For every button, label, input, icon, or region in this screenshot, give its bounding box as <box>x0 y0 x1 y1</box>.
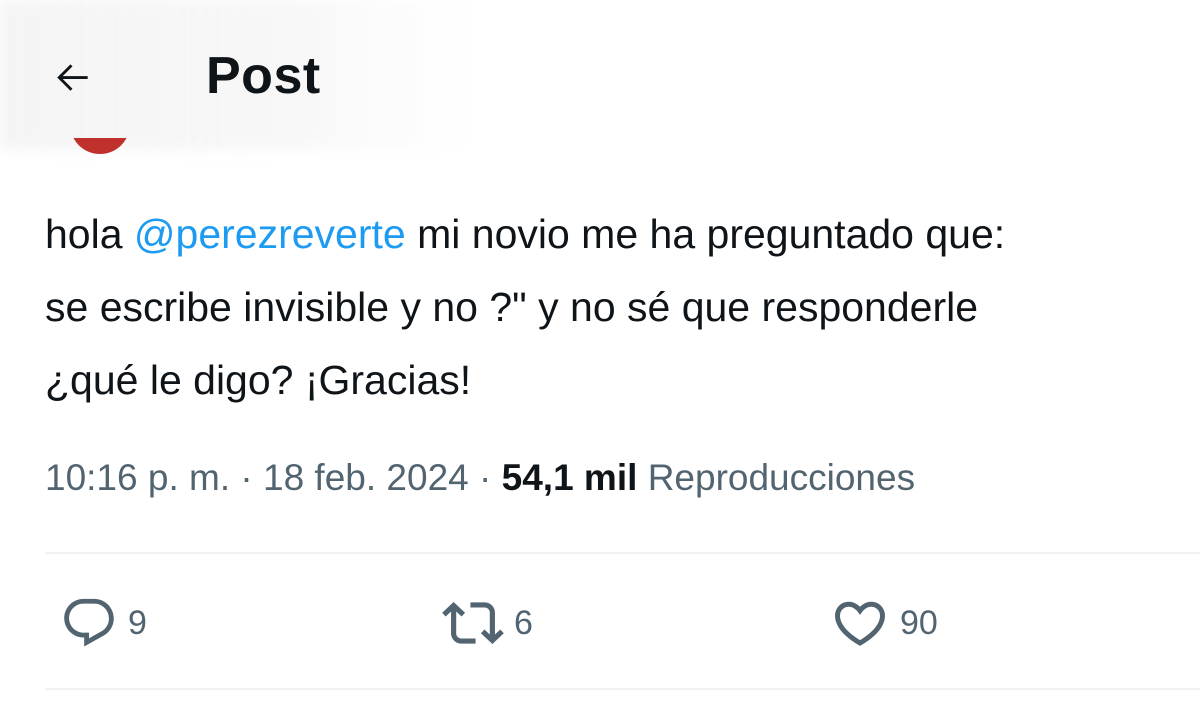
post-text-line-3: ¿qué le digo? ¡Gracias! <box>45 357 472 403</box>
post-time[interactable]: 10:16 p. m. <box>45 457 230 498</box>
mention-link[interactable]: @perezreverte <box>134 211 406 257</box>
heart-icon <box>834 601 886 646</box>
post-detail-page: Post hola @perezreverte mi novio me ha p… <box>0 0 1200 720</box>
post-text: hola @perezreverte mi novio me ha pregun… <box>45 198 1200 417</box>
views-count[interactable]: 54,1 mil <box>502 457 638 498</box>
post-text-line-1: hola @perezreverte mi novio me ha pregun… <box>45 198 1200 271</box>
like-count: 90 <box>900 603 938 642</box>
back-button[interactable] <box>48 52 98 102</box>
reply-count: 9 <box>128 603 147 642</box>
speech-bubble-icon <box>64 598 114 647</box>
action-bar: 9 6 90 <box>0 590 1200 660</box>
page-title: Post <box>206 47 321 105</box>
meta-separator: · <box>230 457 263 498</box>
repost-arrows-icon <box>442 602 504 644</box>
repost-button[interactable]: 6 <box>442 590 533 656</box>
post-date[interactable]: 18 feb. 2024 <box>263 457 469 498</box>
meta-separator: · <box>468 457 502 498</box>
repost-count: 6 <box>514 603 533 642</box>
post-text-line-2: se escribe invisible y no ?" y no sé que… <box>45 284 979 330</box>
header-bar: Post <box>0 0 1200 154</box>
divider <box>45 688 1200 690</box>
text-segment: mi novio me ha preguntado que: <box>405 211 1006 257</box>
text-segment: hola <box>45 211 134 257</box>
avatar[interactable] <box>70 138 130 158</box>
post-metadata: 10:16 p. m. · 18 feb. 2024 · 54,1 mil Re… <box>45 450 915 506</box>
views-label[interactable]: Reproducciones <box>648 457 915 498</box>
reply-button[interactable]: 9 <box>60 590 147 656</box>
divider <box>45 552 1200 554</box>
like-button[interactable]: 90 <box>830 590 938 656</box>
arrow-left-icon <box>57 64 88 91</box>
